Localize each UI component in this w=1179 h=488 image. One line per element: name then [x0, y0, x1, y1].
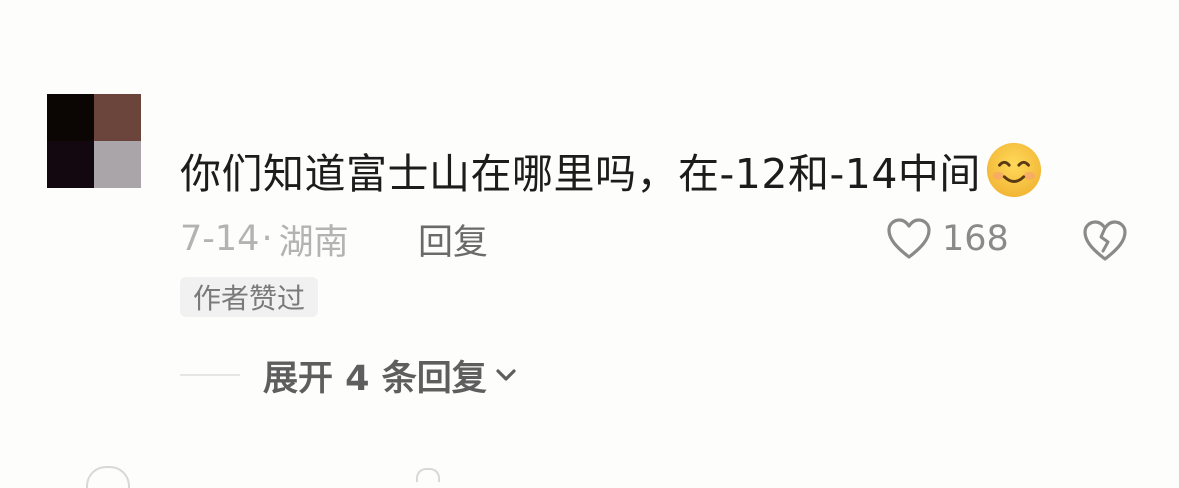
next-comment-icon: [416, 468, 440, 482]
avatar-segment: [94, 94, 141, 141]
divider-line: [180, 374, 240, 376]
meta-separator: ·: [261, 219, 273, 259]
avatar-segment: [47, 141, 94, 188]
avatar[interactable]: [47, 94, 141, 188]
expand-replies-button[interactable]: 展开 4 条回复: [263, 350, 519, 400]
heart-icon: [887, 218, 931, 259]
avatar-segment: [47, 94, 94, 141]
smiling-face-emoji-icon: [986, 142, 1042, 198]
comment-location: 湖南: [278, 222, 349, 263]
chevron-down-icon: [496, 369, 516, 381]
reply-button[interactable]: 回复: [418, 214, 488, 264]
next-comment-avatar: [86, 466, 130, 488]
expand-replies-label: 展开 4 条回复: [263, 358, 487, 399]
broken-heart-icon[interactable]: [1080, 215, 1130, 265]
author-liked-badge: 作者赞过: [180, 277, 319, 317]
comment-text[interactable]: 你们知道富士山在哪里吗，在-12和-14中间: [180, 140, 1043, 200]
like-button[interactable]: 168: [886, 212, 1009, 266]
avatar-segment: [94, 141, 141, 188]
comment-meta: 7-14 · 湖南: [180, 214, 349, 264]
like-count: 168: [942, 219, 1009, 259]
comment-date: 7-14: [180, 219, 260, 259]
comment-body: 你们知道富士山在哪里吗，在-12和-14中间: [180, 150, 981, 198]
comment-item: 你们知道富士山在哪里吗，在-12和-14中间 7-14 · 湖南 回复 168: [0, 0, 1179, 488]
